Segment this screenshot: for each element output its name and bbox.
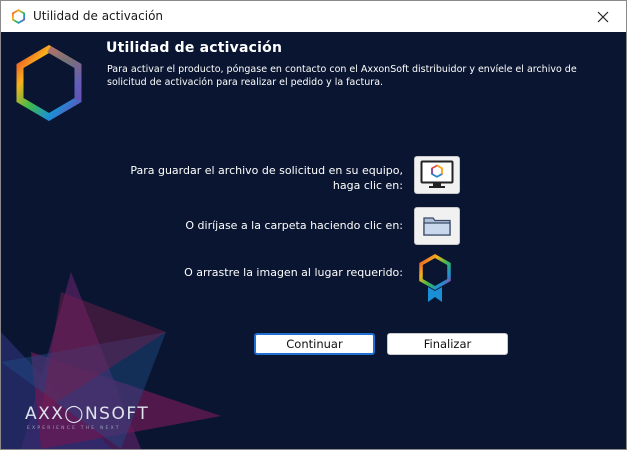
app-icon xyxy=(11,9,26,24)
page-title: Utilidad de activación xyxy=(106,40,283,56)
save-label-line2: haga clic en: xyxy=(332,179,403,192)
folder-label: O diríjase a la carpeta haciendo clic en… xyxy=(185,219,403,232)
close-button[interactable] xyxy=(580,1,626,32)
monitor-icon xyxy=(420,160,454,188)
activation-window: Utilidad de activación Utilidad de activ… xyxy=(0,0,627,450)
content-area: Utilidad de activación Para activar el p… xyxy=(1,32,626,449)
save-label-line1: Para guardar el archivo de solicitud en … xyxy=(130,164,403,177)
open-folder-button[interactable] xyxy=(414,207,460,245)
hexagon-badge-icon[interactable] xyxy=(417,254,453,304)
save-file-button[interactable] xyxy=(414,156,460,194)
description-text: Para activar el producto, póngase en con… xyxy=(107,64,577,88)
brand-logo: AXX◯NSOFT xyxy=(25,404,150,424)
finish-button[interactable]: Finalizar xyxy=(387,333,508,355)
drag-label: O arrastre la imagen al lugar requerido: xyxy=(184,266,403,279)
continue-button[interactable]: Continuar xyxy=(254,333,375,355)
product-logo-icon xyxy=(16,45,82,121)
window-title: Utilidad de activación xyxy=(33,9,164,23)
folder-icon xyxy=(423,217,451,236)
title-bar: Utilidad de activación xyxy=(1,1,626,32)
close-icon xyxy=(597,11,609,22)
brand-tagline: EXPERIENCE THE NEXT xyxy=(27,426,121,431)
save-label: Para guardar el archivo de solicitud en … xyxy=(130,163,403,193)
decorative-background xyxy=(1,272,221,449)
